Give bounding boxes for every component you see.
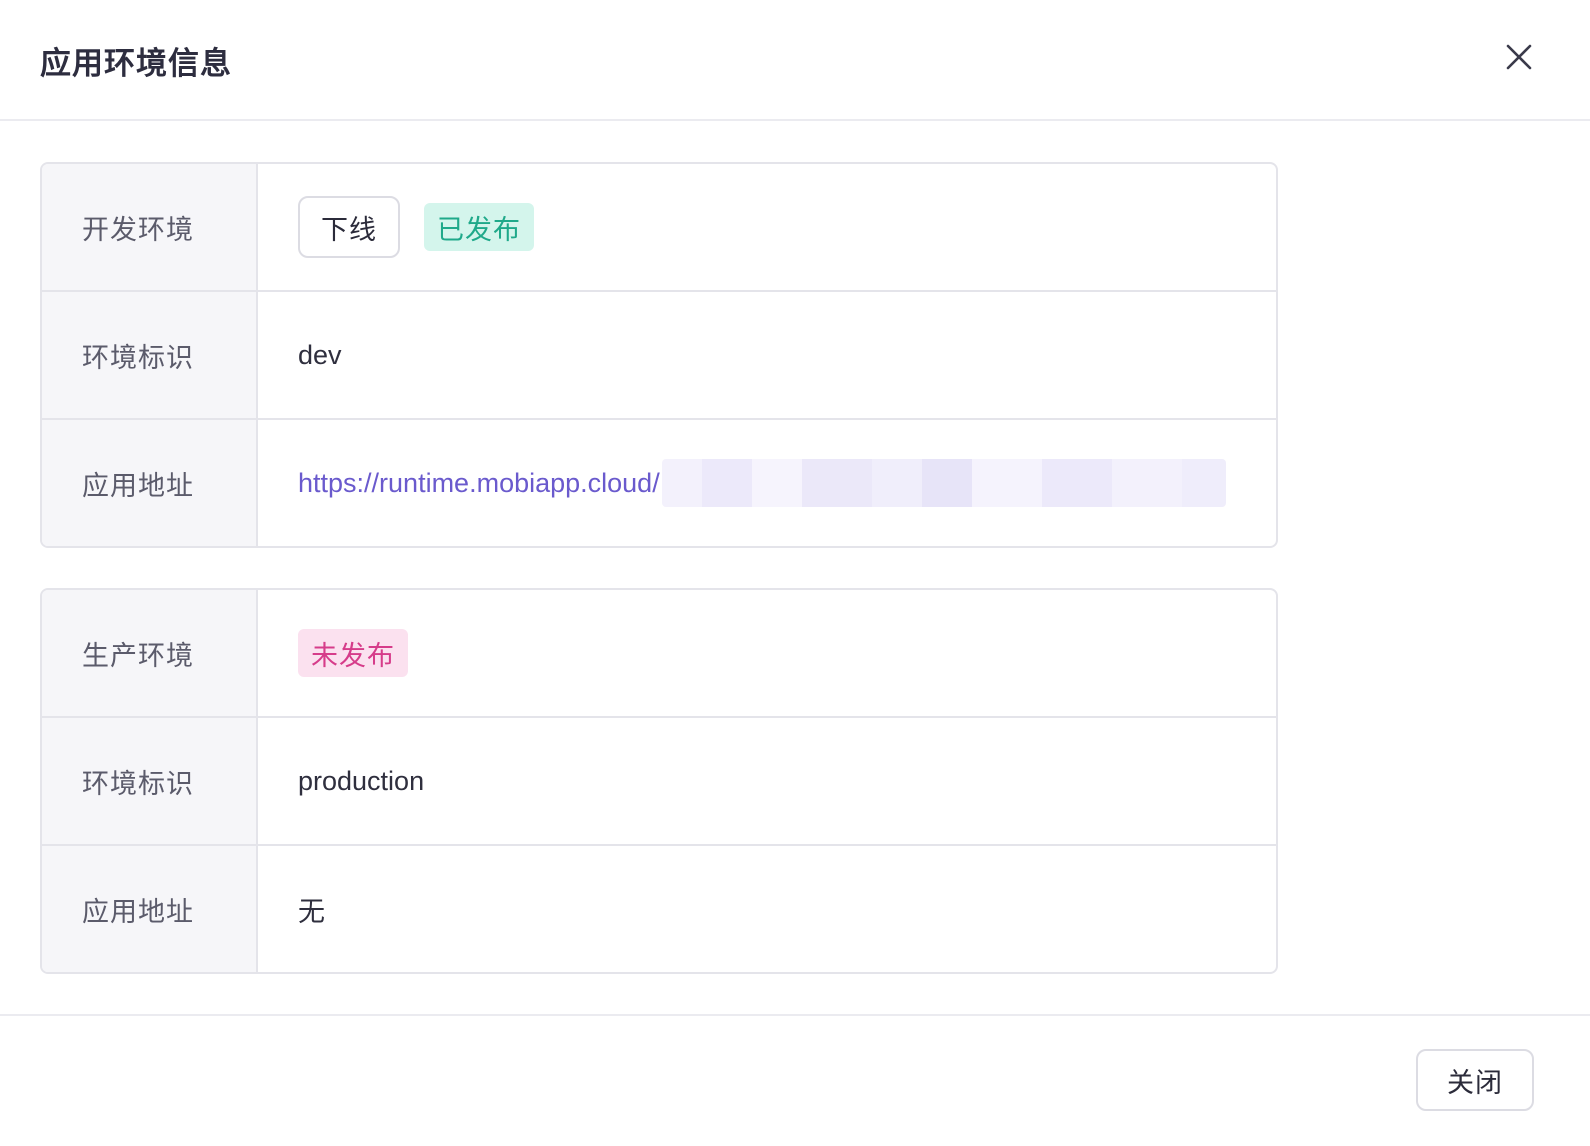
env-info-dialog: 应用环境信息 开发环境 下线 已发布 环境标识 dev 应用地址 https:/… xyxy=(0,0,1590,1146)
dev-env-label: 开发环境 xyxy=(42,164,258,290)
dev-env-status-row: 开发环境 下线 已发布 xyxy=(42,164,1276,292)
dev-app-url-link[interactable]: https://runtime.mobiapp.cloud/ xyxy=(298,468,660,499)
dialog-footer: 关闭 xyxy=(0,1014,1590,1146)
dialog-header: 应用环境信息 xyxy=(0,0,1590,121)
dev-env-url-label: 应用地址 xyxy=(42,420,258,546)
dev-env-id-label: 环境标识 xyxy=(42,292,258,418)
dev-env-url-cell: https://runtime.mobiapp.cloud/ xyxy=(258,420,1276,546)
close-button[interactable]: 关闭 xyxy=(1416,1049,1534,1111)
prod-env-id-value: production xyxy=(298,765,425,796)
dev-env-url-row: 应用地址 https://runtime.mobiapp.cloud/ xyxy=(42,420,1276,546)
redacted-url-segment xyxy=(661,459,1226,507)
prod-env-id-label: 环境标识 xyxy=(42,718,258,844)
prod-env-status-row: 生产环境 未发布 xyxy=(42,590,1276,718)
prod-env-url-value: 无 xyxy=(298,896,325,927)
prod-env-id-row: 环境标识 production xyxy=(42,718,1276,846)
prod-env-url-label: 应用地址 xyxy=(42,846,258,972)
published-status-badge: 已发布 xyxy=(424,203,534,251)
dev-env-id-value: dev xyxy=(298,339,342,370)
dialog-title: 应用环境信息 xyxy=(40,46,232,81)
dev-env-table: 开发环境 下线 已发布 环境标识 dev 应用地址 https://runtim… xyxy=(40,162,1278,548)
dev-env-id-row: 环境标识 dev xyxy=(42,292,1276,420)
prod-env-label: 生产环境 xyxy=(42,590,258,716)
prod-env-url-row: 应用地址 无 xyxy=(42,846,1276,972)
unpublished-status-badge: 未发布 xyxy=(298,629,408,677)
offline-button[interactable]: 下线 xyxy=(298,196,400,258)
dev-env-status-cell: 下线 已发布 xyxy=(258,164,1276,290)
prod-env-table: 生产环境 未发布 环境标识 production 应用地址 无 xyxy=(40,588,1278,974)
prod-env-status-cell: 未发布 xyxy=(258,590,1276,716)
close-icon[interactable] xyxy=(1500,38,1538,76)
